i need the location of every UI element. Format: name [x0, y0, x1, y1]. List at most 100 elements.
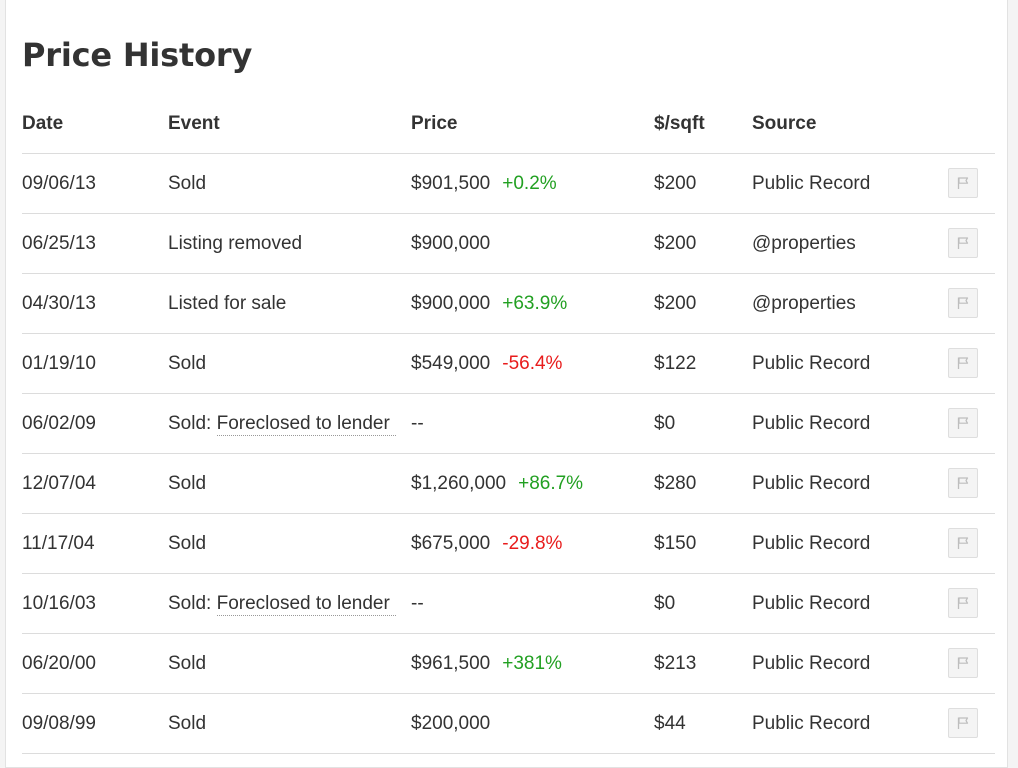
row-event-label: Sold: — [168, 593, 212, 614]
row-price: $200,000 — [411, 694, 490, 753]
row-date: 06/25/13 — [22, 233, 96, 254]
table-row: 11/17/04 Sold $675,000 -29.8% $150 Public Rec… — [22, 514, 995, 574]
row-price-change: -29.8% — [502, 533, 563, 554]
row-flag-cell — [948, 574, 980, 633]
row-price: $900,000 +63.9% — [411, 274, 567, 333]
column-header-source: Source — [752, 113, 817, 134]
row-price-value: $901,500 — [411, 173, 491, 194]
row-event-label: Sold — [168, 473, 207, 494]
row-date: 11/17/04 — [22, 533, 95, 554]
flag-icon — [957, 537, 969, 549]
row-price-change: +0.2% — [502, 173, 557, 194]
row-price-per-sqft: $122 — [654, 353, 697, 374]
column-header-event: Event — [168, 113, 220, 134]
row-source: Public Record — [752, 473, 871, 494]
table-row: 09/06/13 Sold $901,500 +0.2% $200 Public Reco… — [22, 154, 995, 214]
row-price: $1,260,000 +86.7% — [411, 454, 583, 513]
row-price-per-sqft: $150 — [654, 533, 697, 554]
table-row: 01/19/10 Sold $549,000 -56.4% $122 Public Rec… — [22, 334, 995, 394]
row-price-per-sqft: $0 — [654, 413, 676, 434]
row-price: $549,000 -56.4% — [411, 334, 562, 393]
table-row: 06/20/00 Sold $961,500 +381% $213 Public Reco… — [22, 634, 995, 694]
row-event-label: Sold: — [168, 413, 212, 434]
flag-button[interactable] — [948, 408, 978, 438]
row-price-value: $549,000 — [411, 353, 491, 374]
row-price-value: -- — [411, 413, 424, 434]
table-row: 04/30/13 Listed for sale $900,000 +63.9% $20… — [22, 274, 995, 334]
row-event: Sold — [168, 154, 206, 213]
flag-button[interactable] — [948, 348, 978, 378]
flag-icon — [957, 357, 969, 369]
row-date: 12/07/04 — [22, 473, 96, 494]
row-event: Sold — [168, 514, 206, 573]
row-event: Listing removed — [168, 214, 302, 273]
table-row: 10/16/03 Sold: Foreclosed to lender -- $0 Pu… — [22, 574, 995, 634]
row-price-value: $200,000 — [411, 713, 491, 734]
row-source: Public Record — [752, 713, 871, 734]
row-event-detail[interactable]: Foreclosed to lender — [216, 413, 396, 436]
row-event: Sold — [168, 334, 206, 393]
row-source: Public Record — [752, 413, 871, 434]
row-event-label: Sold — [168, 533, 207, 554]
row-flag-cell — [948, 454, 980, 513]
row-date: 06/02/09 — [22, 413, 96, 434]
flag-button[interactable] — [948, 528, 978, 558]
page-title: Price History — [22, 36, 253, 74]
table-row: 06/02/09 Sold: Foreclosed to lender -- $0 Pu… — [22, 394, 995, 454]
row-price-value: $900,000 — [411, 233, 491, 254]
table-header: Date Event Price $/sqft Source — [22, 94, 995, 154]
row-date: 09/08/99 — [22, 713, 96, 734]
row-event: Sold: Foreclosed to lender — [168, 574, 396, 633]
row-price-per-sqft: $200 — [654, 233, 697, 254]
column-header-date: Date — [22, 113, 64, 134]
row-flag-cell — [948, 394, 980, 453]
row-date: 10/16/03 — [22, 593, 96, 614]
flag-button[interactable] — [948, 228, 978, 258]
table-row: 09/08/99 Sold $200,000 $44 Public Record — [22, 694, 995, 754]
row-price-value: $961,500 — [411, 653, 491, 674]
row-price-per-sqft: $0 — [654, 593, 676, 614]
row-flag-cell — [948, 154, 980, 213]
table-body: 09/06/13 Sold $901,500 +0.2% $200 Public Reco… — [22, 154, 995, 754]
row-flag-cell — [948, 514, 980, 573]
flag-button[interactable] — [948, 288, 978, 318]
row-price-value: $675,000 — [411, 533, 491, 554]
row-event: Sold — [168, 454, 206, 513]
flag-button[interactable] — [948, 168, 978, 198]
row-event-label: Sold — [168, 353, 207, 374]
column-header-sqft: $/sqft — [654, 113, 705, 134]
flag-button[interactable] — [948, 588, 978, 618]
flag-icon — [957, 597, 969, 609]
row-source: Public Record — [752, 173, 871, 194]
flag-icon — [957, 237, 969, 249]
row-event-label: Sold — [168, 653, 207, 674]
row-event: Sold — [168, 694, 206, 753]
row-price-change: -56.4% — [502, 353, 563, 374]
row-price-per-sqft: $200 — [654, 293, 697, 314]
row-date: 01/19/10 — [22, 353, 96, 374]
row-price-per-sqft: $280 — [654, 473, 697, 494]
row-price: $900,000 — [411, 214, 490, 273]
row-date: 06/20/00 — [22, 653, 96, 674]
row-source: @properties — [752, 293, 856, 314]
price-history-panel: Price History Date Event Price $/sqft So… — [5, 0, 1008, 768]
flag-icon — [957, 297, 969, 309]
row-flag-cell — [948, 634, 980, 693]
flag-button[interactable] — [948, 468, 978, 498]
flag-button[interactable] — [948, 648, 978, 678]
row-flag-cell — [948, 274, 980, 333]
row-event-detail[interactable]: Foreclosed to lender — [216, 593, 396, 616]
row-price-value: $900,000 — [411, 293, 491, 314]
row-price-per-sqft: $213 — [654, 653, 697, 674]
flag-button[interactable] — [948, 708, 978, 738]
flag-icon — [957, 477, 969, 489]
column-header-price: Price — [411, 113, 458, 134]
row-price-value: $1,260,000 — [411, 473, 507, 494]
flag-icon — [957, 417, 969, 429]
flag-icon — [957, 177, 969, 189]
row-event-label: Listing removed — [168, 233, 303, 254]
row-event-label: Sold — [168, 713, 207, 734]
row-price-value: -- — [411, 593, 424, 614]
table-row: 12/07/04 Sold $1,260,000 +86.7% $280 Public R… — [22, 454, 995, 514]
table-row: 06/25/13 Listing removed $900,000 $200 @prop… — [22, 214, 995, 274]
